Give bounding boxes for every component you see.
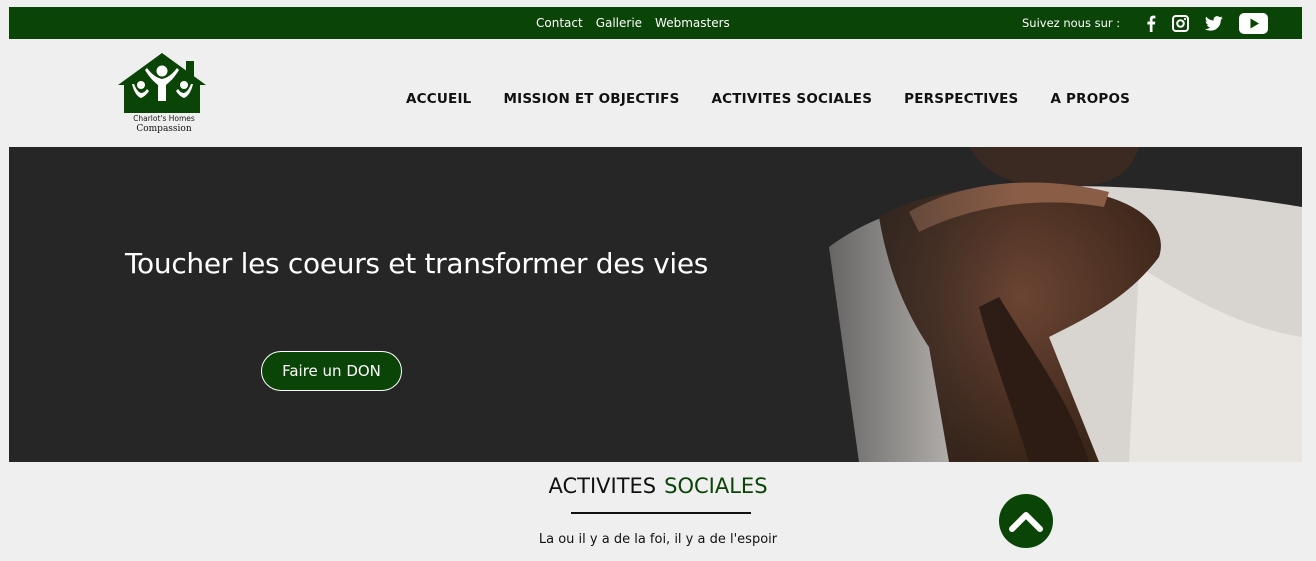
donate-button[interactable]: Faire un DON <box>261 351 402 391</box>
section-title-accent: SOCIALES <box>664 474 768 498</box>
nav-activites[interactable]: ACTIVITES SOCIALES <box>712 91 873 107</box>
follow-label: Suivez nous sur : <box>1022 16 1121 30</box>
section-title: ACTIVITES SOCIALES <box>0 474 1316 498</box>
gallery-link[interactable]: Gallerie <box>596 16 642 30</box>
logo-house-icon <box>118 53 206 113</box>
nav-apropos[interactable]: A PROPOS <box>1050 91 1130 107</box>
youtube-icon[interactable] <box>1239 12 1269 34</box>
logo-text-bottom: Compassion <box>136 124 192 134</box>
nav-perspectives[interactable]: PERSPECTIVES <box>904 91 1018 107</box>
instagram-icon[interactable] <box>1172 14 1190 32</box>
section-tagline: La ou il y a de la foi, il y a de l'espo… <box>538 532 778 547</box>
section-title-main: ACTIVITES <box>548 474 657 498</box>
site-header: Charlot's Homes Compassion ACCUEIL MISSI… <box>9 39 1302 147</box>
top-links: Contact Gallerie Webmasters <box>536 7 730 39</box>
contact-link[interactable]: Contact <box>536 16 583 30</box>
praying-hands-image <box>9 147 1302 462</box>
webmasters-link[interactable]: Webmasters <box>655 16 730 30</box>
hero-banner: Toucher les coeurs et transformer des vi… <box>9 147 1302 462</box>
facebook-icon[interactable] <box>1146 15 1156 32</box>
nav-mission[interactable]: MISSION ET OBJECTIFS <box>503 91 679 107</box>
nav-accueil[interactable]: ACCUEIL <box>406 91 471 107</box>
site-logo[interactable]: Charlot's Homes Compassion <box>116 51 208 139</box>
main-nav: ACCUEIL MISSION ET OBJECTIFS ACTIVITES S… <box>406 91 1130 107</box>
social-links: Suivez nous sur : <box>1022 7 1269 39</box>
hero-headline: Toucher les coeurs et transformer des vi… <box>125 247 709 280</box>
logo-text-top: Charlot's Homes <box>133 114 195 123</box>
chevron-up-icon <box>1009 512 1043 532</box>
scroll-to-top-button[interactable] <box>999 494 1053 548</box>
section-divider <box>571 512 751 514</box>
top-bar: Contact Gallerie Webmasters Suivez nous … <box>9 7 1302 39</box>
twitter-icon[interactable] <box>1205 15 1223 31</box>
